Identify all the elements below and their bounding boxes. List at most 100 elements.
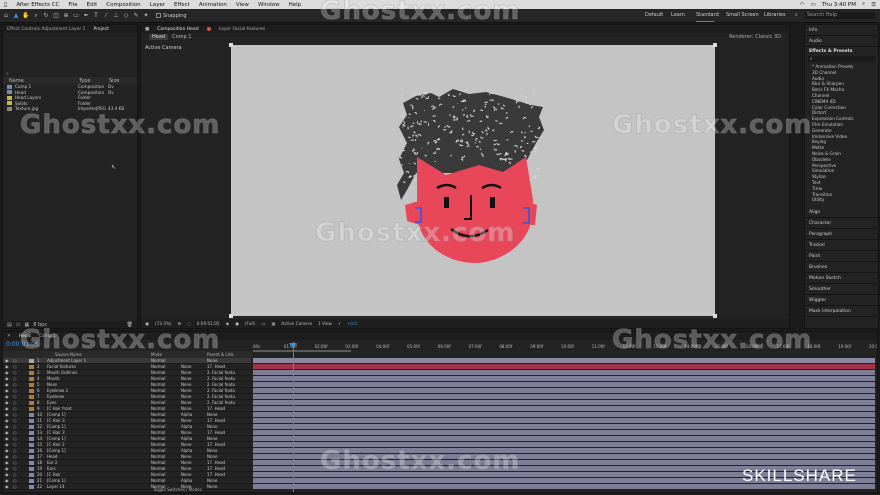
- layer-mode[interactable]: Normal: [151, 472, 181, 477]
- tab-composition-head[interactable]: Composition Head: [157, 27, 198, 32]
- visibility-icon[interactable]: ◉: [5, 460, 13, 465]
- layer-mode[interactable]: Normal: [151, 376, 181, 381]
- menu-help[interactable]: Help: [289, 2, 302, 8]
- layer-duration-bar[interactable]: [253, 406, 875, 411]
- layer-duration-bar[interactable]: [253, 394, 875, 399]
- resolution-dropdown[interactable]: (Full): [245, 321, 255, 326]
- layer-parent[interactable]: 17. Head: [207, 466, 225, 471]
- label-color[interactable]: [29, 364, 34, 369]
- hand-tool-icon[interactable]: ✋: [22, 12, 30, 20]
- workspace-default[interactable]: Default: [645, 12, 663, 18]
- layer-duration-bar[interactable]: [253, 388, 875, 393]
- panel-section[interactable]: Motion Sketch: [805, 273, 878, 285]
- layer-mode[interactable]: Normal: [151, 448, 181, 453]
- eraser-tool-icon[interactable]: ◇: [122, 12, 130, 20]
- label-color[interactable]: [29, 418, 34, 423]
- visibility-icon[interactable]: ◉: [5, 430, 13, 435]
- layer-mode[interactable]: Normal: [151, 370, 181, 375]
- snapping-checkbox[interactable]: [156, 13, 161, 18]
- panel-section[interactable]: Brushes: [805, 262, 878, 274]
- layer-parent[interactable]: 2. Facial featu: [207, 388, 235, 393]
- workspace-small-screen[interactable]: Small Screen: [726, 12, 759, 18]
- menu-app[interactable]: After Effects CC: [16, 2, 59, 8]
- workspace-libraries[interactable]: Libraries: [764, 12, 786, 18]
- layer-parent[interactable]: 17. Head: [207, 460, 225, 465]
- roi-icon[interactable]: ▭: [261, 321, 265, 326]
- label-color[interactable]: [29, 406, 34, 411]
- label-color[interactable]: [29, 436, 34, 441]
- visibility-icon[interactable]: ◉: [5, 394, 13, 399]
- project-search[interactable]: ⌕: [6, 70, 134, 77]
- label-color[interactable]: [29, 400, 34, 405]
- subtab-comp1[interactable]: Comp 1: [172, 34, 191, 40]
- column-type[interactable]: Type: [79, 78, 109, 84]
- camera-dropdown[interactable]: Active Camera: [281, 321, 312, 326]
- effects-presets-title[interactable]: Effects & Presets: [805, 47, 878, 56]
- label-color[interactable]: [29, 442, 34, 447]
- panel-section[interactable]: Wiggler: [805, 295, 878, 307]
- spotlight-icon[interactable]: ⌕: [862, 1, 865, 8]
- visibility-icon[interactable]: ◉: [5, 364, 13, 369]
- layer-trkmat[interactable]: None: [181, 460, 207, 465]
- renderer-value[interactable]: Classic 3D: [755, 34, 781, 40]
- layer-mode[interactable]: Normal: [151, 430, 181, 435]
- layer-duration-bar[interactable]: [253, 424, 875, 429]
- menu-composition[interactable]: Composition: [106, 2, 140, 8]
- visibility-icon[interactable]: ◉: [5, 472, 13, 477]
- solo-icon[interactable]: ○: [13, 448, 21, 453]
- label-color[interactable]: [29, 412, 34, 417]
- panel-section[interactable]: Paragraph: [805, 229, 878, 241]
- menu-animation[interactable]: Animation: [199, 2, 227, 8]
- solo-icon[interactable]: ○: [13, 382, 21, 387]
- layer-trkmat[interactable]: None: [181, 466, 207, 471]
- solo-icon[interactable]: ○: [13, 484, 21, 489]
- search-help-icon[interactable]: ⌕: [795, 12, 798, 18]
- canvas-handle-tl[interactable]: [229, 43, 233, 47]
- layer-duration-bar[interactable]: [253, 376, 875, 381]
- panel-section[interactable]: Mask Interpolation: [805, 306, 878, 318]
- panel-section[interactable]: Smoother: [805, 284, 878, 296]
- layer-trkmat[interactable]: Alpha: [181, 412, 207, 417]
- panel-audio[interactable]: Audio: [805, 36, 878, 47]
- visibility-icon[interactable]: ◉: [5, 484, 13, 489]
- solo-icon[interactable]: ○: [13, 412, 21, 417]
- layer-parent[interactable]: 2. Facial featu: [207, 376, 235, 381]
- layer-mode[interactable]: Normal: [151, 460, 181, 465]
- layer-parent[interactable]: None: [207, 436, 217, 441]
- layer-mode[interactable]: Normal: [151, 478, 181, 483]
- layer-parent[interactable]: None: [207, 412, 217, 417]
- lock-icon[interactable]: ■: [145, 27, 149, 32]
- layer-duration-bar[interactable]: [253, 418, 875, 423]
- visibility-icon[interactable]: ◉: [5, 442, 13, 447]
- rotate-tool-icon[interactable]: ↻: [42, 12, 50, 20]
- solo-icon[interactable]: ○: [13, 436, 21, 441]
- label-color[interactable]: [29, 394, 34, 399]
- battery-icon[interactable]: ▭: [811, 2, 816, 8]
- solo-icon[interactable]: ○: [13, 418, 21, 423]
- layer-trkmat[interactable]: Alpha: [181, 424, 207, 429]
- solo-icon[interactable]: ○: [13, 472, 21, 477]
- layer-parent[interactable]: 2. Facial featu: [207, 394, 235, 399]
- visibility-icon[interactable]: ◉: [5, 466, 13, 471]
- solo-icon[interactable]: ○: [13, 358, 21, 363]
- layer-duration-bar[interactable]: [253, 364, 875, 369]
- home-icon[interactable]: ⌂: [2, 12, 10, 20]
- layer-parent[interactable]: None: [207, 424, 217, 429]
- tab-effect-controls[interactable]: Effect Controls Adjustment Layer 1: [7, 27, 86, 32]
- layer-mode[interactable]: Normal: [151, 436, 181, 441]
- canvas-handle-tr[interactable]: [713, 43, 717, 47]
- menu-edit[interactable]: Edit: [87, 2, 98, 8]
- layer-trkmat[interactable]: None: [181, 370, 207, 375]
- label-color[interactable]: [29, 358, 34, 363]
- wifi-icon[interactable]: ◠: [800, 2, 805, 8]
- solo-icon[interactable]: ○: [13, 406, 21, 411]
- layer-parent[interactable]: 17. Head: [207, 418, 225, 423]
- column-name[interactable]: Name: [9, 78, 79, 84]
- layer-parent[interactable]: None: [207, 478, 217, 483]
- column-size[interactable]: Size: [109, 78, 119, 84]
- pan-behind-tool-icon[interactable]: ⊕: [62, 12, 70, 20]
- effect-category[interactable]: Utility: [805, 197, 878, 203]
- exposure-value[interactable]: +0.0: [347, 321, 357, 326]
- solo-icon[interactable]: ○: [13, 460, 21, 465]
- menu-list-icon[interactable]: ☰: [871, 2, 876, 8]
